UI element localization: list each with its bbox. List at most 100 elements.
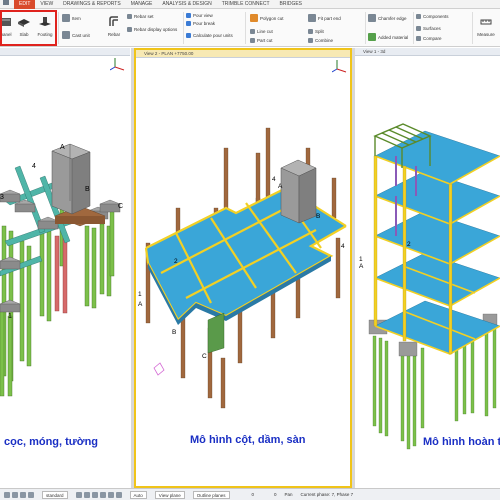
complete-building-model: A 1 2: [359, 123, 500, 450]
view-right-3d[interactable]: View 1 - 3d A 1 2 Mô hình hoàn th: [355, 48, 500, 488]
snap-edge-icon[interactable]: [107, 491, 114, 498]
view-left-title: [0, 48, 130, 56]
snap-line-icon[interactable]: [99, 491, 106, 498]
axis-triad-icon: [332, 60, 347, 73]
compare-button[interactable]: Compare: [416, 36, 442, 41]
view-left-foundation[interactable]: 4 B C 3 A 1 cọc, móng, tường: [0, 48, 130, 488]
grid-label-4: 4: [272, 176, 276, 183]
line-cut-label: Line cut: [257, 29, 273, 34]
grid-label-A: A: [359, 263, 364, 270]
grid-label-3: 3: [0, 194, 4, 201]
surfaces-button[interactable]: Surfaces: [416, 26, 441, 31]
grid-label-4b: 4: [341, 243, 345, 250]
fit-part-end-button[interactable]: Fit part end: [308, 14, 341, 22]
view-right-title: View 1 - 3d: [355, 48, 500, 56]
filter-icon[interactable]: [20, 491, 26, 498]
added-material-label: Added material: [378, 34, 409, 40]
rebar-button[interactable]: Rebar: [104, 12, 124, 44]
part-cut-button[interactable]: Part cut: [250, 38, 273, 43]
pour-break-button[interactable]: Pour break: [186, 21, 215, 26]
rebar-display-label: Rebar display options: [134, 27, 178, 32]
tab-manage[interactable]: MANAGE: [126, 0, 158, 9]
components-label: Components: [423, 14, 449, 19]
tab-bridges[interactable]: BRIDGES: [275, 0, 308, 9]
rebar-set-label: Rebar set: [134, 14, 154, 19]
split-button[interactable]: Split: [308, 29, 324, 34]
measure-icon: [480, 19, 492, 25]
cast-unit-button[interactable]: Cast unit: [62, 31, 90, 39]
select-icon[interactable]: [4, 491, 10, 498]
axis-triad-icon: [110, 58, 125, 71]
snap-mid-icon[interactable]: [83, 491, 90, 498]
snap-center-icon[interactable]: [115, 491, 122, 498]
calculate-pour-units-icon: [186, 33, 191, 38]
pan-mode: Pan: [284, 492, 293, 497]
view-middle-caption: Mô hình cột, dầm, sàn: [190, 434, 306, 446]
line-cut-button[interactable]: Line cut: [250, 29, 273, 34]
grid-label-2: 2: [174, 258, 178, 265]
current-phase: Current phase: 7, Phase 7: [300, 492, 354, 497]
rebar-set-button[interactable]: Rebar set: [127, 14, 154, 19]
grid-label-2: 2: [407, 241, 411, 248]
snap-tools: [72, 491, 126, 498]
grid-label-1: 1: [138, 291, 142, 298]
calculate-pour-units-button[interactable]: Calculate pour units: [186, 33, 233, 38]
frame-model: 4 A B 2 1 A B C 4: [138, 127, 347, 409]
chamfer-edge-label: Chamfer edge: [378, 15, 407, 21]
grid-label-A: A: [278, 183, 283, 190]
ribbon-separator: [413, 12, 414, 44]
cast-unit-icon: [62, 31, 70, 39]
layer-icon[interactable]: [28, 491, 34, 498]
combine-button[interactable]: Combine: [308, 38, 333, 43]
pour-view-icon: [186, 13, 191, 18]
rebar-display-options-button[interactable]: Rebar display options: [127, 27, 179, 32]
work-plane-dropdown[interactable]: Auto: [129, 490, 147, 499]
outline-planes-dropdown[interactable]: Outline planes: [192, 490, 230, 499]
rebar-set-icon: [127, 14, 132, 19]
compare-label: Compare: [423, 36, 442, 41]
grid-label-C: C: [118, 203, 123, 210]
pour-view-button[interactable]: Pour view: [186, 13, 213, 18]
chamfer-edge-button[interactable]: Chamfer edge: [368, 14, 407, 22]
grid-label-A: A: [60, 144, 65, 151]
part-cut-icon: [250, 38, 255, 43]
view-middle-plan[interactable]: View 2 - PLAN +7750.00 4 A B 2 1 A B C 4…: [134, 48, 352, 488]
tab-analysis-design[interactable]: ANALYSIS & DESIGN: [157, 0, 216, 9]
polygon-cut-label: Polygon cut: [260, 15, 284, 21]
cast-unit-label: Cast unit: [72, 32, 90, 38]
added-material-button[interactable]: Added material: [368, 33, 408, 41]
rebar-display-icon: [127, 27, 132, 32]
tab-drawings-reports[interactable]: DRAWINGS & REPORTS: [58, 0, 126, 9]
snap-icon[interactable]: [12, 491, 18, 498]
split-icon: [308, 29, 313, 34]
total-count: 0: [274, 492, 277, 497]
snap-point-icon[interactable]: [91, 491, 98, 498]
ribbon-separator: [245, 12, 246, 44]
tab-view[interactable]: VIEW: [35, 0, 58, 9]
ribbon-separator: [472, 12, 473, 44]
fit-part-end-icon: [308, 14, 316, 22]
split-label: Split: [315, 29, 324, 34]
ribbon-separator: [365, 12, 366, 44]
ribbon-toolbar: panel Slab Footing Item Cast unit Rebar …: [0, 9, 500, 47]
snap-end-icon[interactable]: [75, 491, 82, 498]
components-button[interactable]: Components: [416, 14, 449, 19]
measure-button[interactable]: Measure: [476, 12, 496, 44]
selection-filter-dropdown[interactable]: standard: [42, 490, 68, 499]
surfaces-icon: [416, 26, 421, 31]
tab-file[interactable]: [0, 0, 14, 9]
grid-label-1: 1: [8, 313, 12, 320]
grid-label-B: B: [316, 213, 320, 220]
file-icon: [3, 0, 9, 5]
components-icon: [416, 14, 421, 19]
polygon-cut-button[interactable]: Polygon cut: [250, 14, 284, 22]
tab-edit[interactable]: EDIT: [14, 0, 36, 9]
tab-trimble-connect[interactable]: TRIMBLE CONNECT: [217, 0, 275, 9]
item-button[interactable]: Item: [62, 14, 81, 22]
polygon-cut-icon: [250, 14, 258, 22]
grid-label-A2: A: [138, 301, 143, 308]
rebar-label: Rebar: [107, 32, 121, 37]
grid-label-4: 4: [32, 163, 36, 170]
view-plane-dropdown[interactable]: View plane: [154, 490, 185, 499]
selection-marker-icon: [153, 362, 165, 376]
